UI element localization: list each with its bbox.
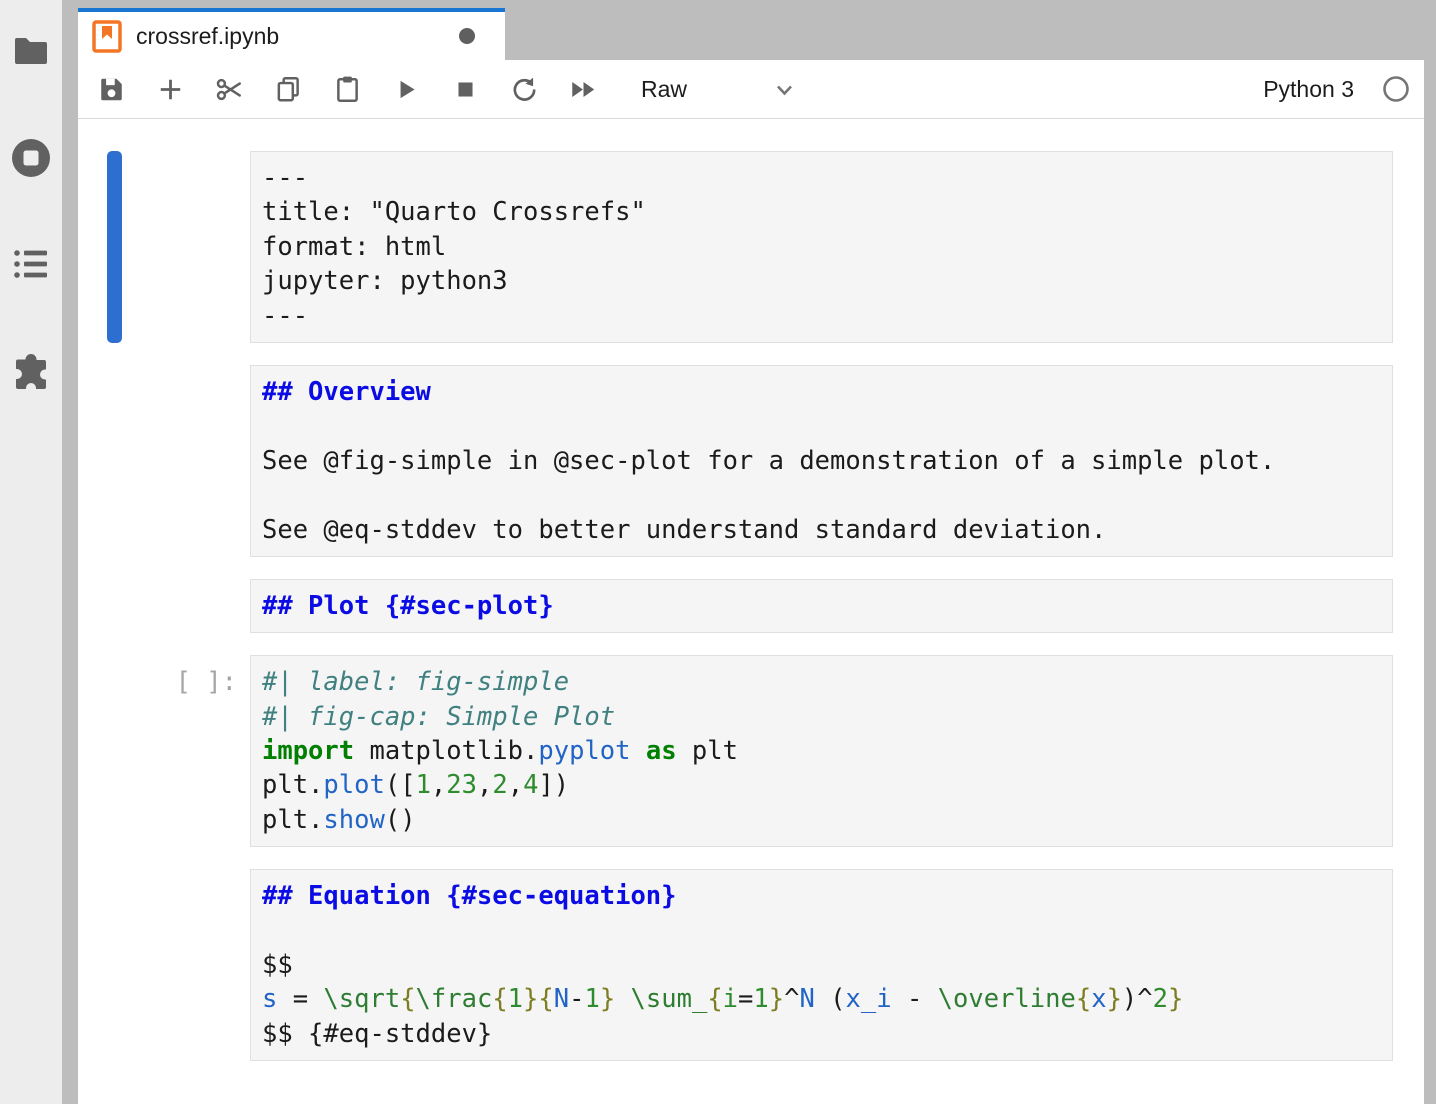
- copy-cells-button[interactable]: [259, 68, 318, 110]
- scissors-icon: [215, 76, 244, 103]
- cell-type-value: Raw: [641, 76, 687, 103]
- kernel-status-circle-icon[interactable]: [1382, 75, 1410, 103]
- main-panel: crossref.ipynb: [78, 0, 1424, 1104]
- code-line: [262, 914, 1381, 948]
- code-line: jupyter: python3: [262, 264, 1381, 298]
- save-icon: [98, 76, 125, 103]
- code-line: See @eq-stddev to better understand stan…: [262, 513, 1381, 547]
- sidebar-item-running-kernels[interactable]: [0, 130, 62, 186]
- cell-collapser[interactable]: [107, 579, 122, 633]
- cell-editor[interactable]: #| label: fig-simple#| fig-cap: Simple P…: [250, 655, 1393, 847]
- cut-cells-button[interactable]: [200, 68, 259, 110]
- cell-collapser[interactable]: [107, 151, 122, 343]
- code-line: ## Equation {#sec-equation}: [262, 879, 1381, 913]
- code-line: title: "Quarto Crossrefs": [262, 195, 1381, 229]
- play-icon: [393, 76, 420, 103]
- code-line: format: html: [262, 230, 1381, 264]
- puzzle-icon: [11, 350, 51, 390]
- stop-circle-icon: [10, 137, 52, 179]
- restart-run-all-button[interactable]: [554, 68, 613, 110]
- execution-prompt: [122, 151, 237, 161]
- paste-cells-button[interactable]: [318, 68, 377, 110]
- cell-collapser[interactable]: [107, 365, 122, 557]
- tab-crossref-ipynb[interactable]: crossref.ipynb: [78, 8, 505, 60]
- code-line: $$ {#eq-stddev}: [262, 1017, 1381, 1051]
- notebook-cell-markdown-plot-heading: ## Plot {#sec-plot}: [250, 579, 1393, 633]
- code-line: $$: [262, 948, 1381, 982]
- sidebar-divider: [62, 0, 78, 1104]
- chevron-down-icon: [772, 77, 797, 102]
- code-line: ## Plot {#sec-plot}: [262, 589, 1381, 623]
- tab-title: crossref.ipynb: [136, 23, 279, 50]
- cell-collapser[interactable]: [107, 655, 122, 847]
- code-line: See @fig-simple in @sec-plot for a demon…: [262, 444, 1381, 478]
- code-line: s = \sqrt{\frac{1}{N-1} \sum_{i=1}^N (x_…: [262, 982, 1381, 1016]
- cell-editor[interactable]: ## Overview See @fig-simple in @sec-plot…: [250, 365, 1393, 557]
- paste-icon: [334, 75, 361, 104]
- jupyterlab-window: crossref.ipynb: [0, 0, 1436, 1104]
- code-line: plt.plot([1,23,2,4]): [262, 768, 1381, 802]
- code-line: [262, 478, 1381, 512]
- copy-icon: [275, 75, 302, 104]
- execution-prompt: [122, 365, 237, 375]
- code-line: import matplotlib.pyplot as plt: [262, 734, 1381, 768]
- notebook-icon: [92, 20, 122, 53]
- execution-prompt: [ ]:: [122, 655, 237, 699]
- cell-editor[interactable]: ## Plot {#sec-plot}: [250, 579, 1393, 633]
- window-right-edge: [1424, 0, 1436, 1104]
- notebook-toolbar: Raw Python 3: [78, 60, 1424, 119]
- notebook-cell-raw-frontmatter: ---title: "Quarto Crossrefs"format: html…: [250, 151, 1393, 343]
- sidebar-item-extension-manager[interactable]: [0, 342, 62, 398]
- list-icon: [14, 248, 48, 280]
- code-line: plt.show(): [262, 803, 1381, 837]
- restart-icon: [510, 75, 539, 104]
- restart-kernel-button[interactable]: [495, 68, 554, 110]
- activity-bar: [0, 0, 62, 1104]
- notebook-panel: ---title: "Quarto Crossrefs"format: html…: [78, 119, 1424, 1104]
- cell-list: ---title: "Quarto Crossrefs"format: html…: [78, 119, 1424, 1061]
- notebook-cell-markdown-overview: ## Overview See @fig-simple in @sec-plot…: [250, 365, 1393, 557]
- stop-icon: [452, 76, 479, 103]
- tab-dirty-indicator[interactable]: [459, 28, 475, 44]
- kernel-indicator: Python 3: [1263, 75, 1416, 103]
- code-line: #| fig-cap: Simple Plot: [262, 700, 1381, 734]
- notebook-cell-code-plot: [ ]: #| label: fig-simple#| fig-cap: Sim…: [250, 655, 1393, 847]
- sidebar-item-table-of-contents[interactable]: [0, 236, 62, 292]
- add-cell-button[interactable]: [141, 68, 200, 110]
- code-line: ---: [262, 299, 1381, 333]
- run-cell-button[interactable]: [377, 68, 436, 110]
- folder-icon: [13, 36, 49, 66]
- cell-editor[interactable]: ---title: "Quarto Crossrefs"format: html…: [250, 151, 1393, 343]
- code-line: [262, 409, 1381, 443]
- plus-icon: [157, 76, 184, 103]
- cell-collapser[interactable]: [107, 869, 122, 1061]
- cell-type-select[interactable]: Raw: [641, 76, 797, 103]
- code-line: ---: [262, 161, 1381, 195]
- code-line: ## Overview: [262, 375, 1381, 409]
- interrupt-kernel-button[interactable]: [436, 68, 495, 110]
- kernel-name[interactable]: Python 3: [1263, 76, 1354, 103]
- sidebar-item-file-browser[interactable]: [0, 23, 62, 79]
- save-button[interactable]: [82, 68, 141, 110]
- cell-editor[interactable]: ## Equation {#sec-equation} $$s = \sqrt{…: [250, 869, 1393, 1061]
- notebook-cell-markdown-equation: ## Equation {#sec-equation} $$s = \sqrt{…: [250, 869, 1393, 1061]
- fast-forward-icon: [568, 76, 599, 103]
- execution-prompt: [122, 579, 237, 589]
- tab-bar: crossref.ipynb: [78, 0, 1424, 60]
- execution-prompt: [122, 869, 237, 879]
- code-line: #| label: fig-simple: [262, 665, 1381, 699]
